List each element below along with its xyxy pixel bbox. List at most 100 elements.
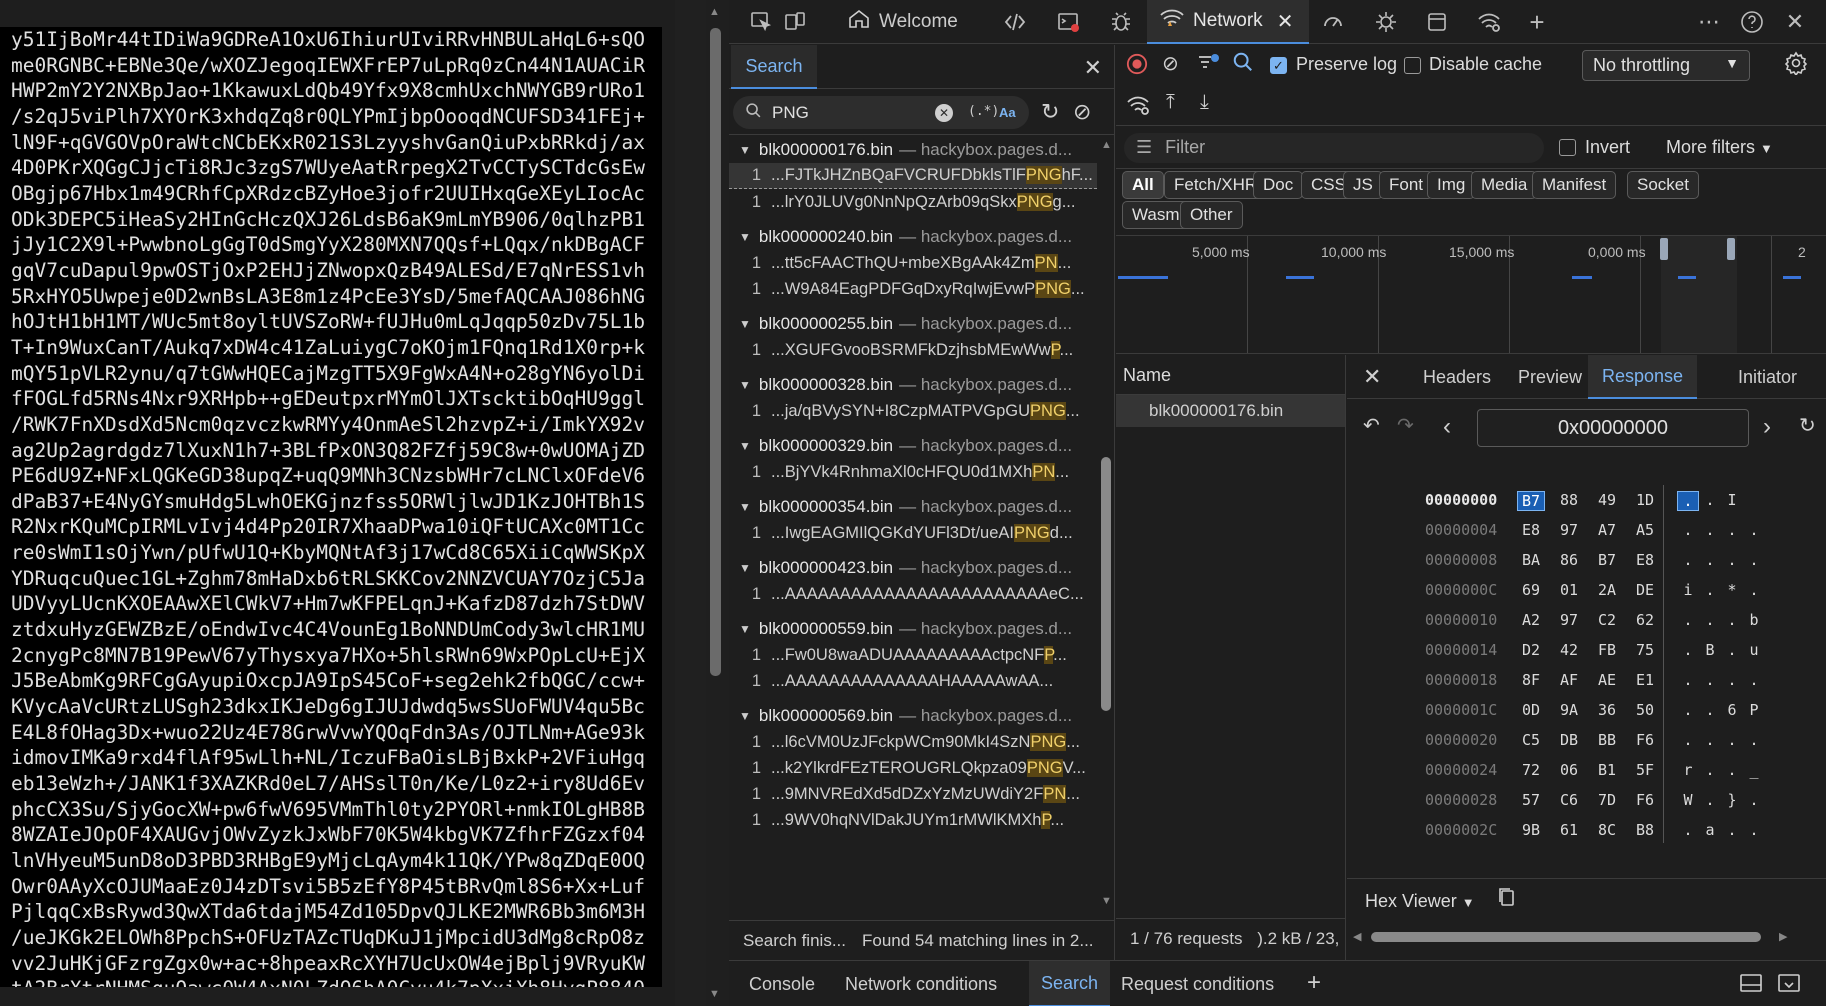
copy-icon[interactable] [1498, 888, 1516, 911]
filter-chip-media[interactable]: Media [1471, 171, 1538, 199]
hex-byte[interactable]: 8F [1517, 671, 1545, 689]
network-conditions-icon[interactable] [1475, 9, 1503, 35]
hex-char[interactable]: i [1677, 581, 1699, 599]
hex-char[interactable]: . [1721, 821, 1743, 839]
clear-results-icon[interactable]: ⊘ [1073, 99, 1091, 125]
result-line[interactable]: 1 ...tt5cFAACThQU+mbeXBgAAk4ZmPN... [729, 250, 1097, 276]
hex-byte[interactable]: 5F [1631, 761, 1659, 779]
hex-char[interactable]: . [1699, 731, 1721, 749]
hex-byte[interactable]: F6 [1631, 791, 1659, 809]
expand-triangle-icon[interactable]: ▼ [739, 143, 751, 157]
add-drawer-tab-icon[interactable]: + [1307, 969, 1321, 997]
expand-triangle-icon[interactable]: ▼ [739, 561, 751, 575]
match-case-toggle[interactable]: Aa [999, 105, 1016, 120]
result-file-group[interactable]: ▼ blk000000176.bin — hackybox.pages.d... [729, 137, 1097, 163]
scroll-up-icon[interactable]: ▲ [709, 6, 720, 18]
hex-byte[interactable]: D2 [1517, 641, 1545, 659]
hex-char[interactable]: . [1677, 551, 1699, 569]
hex-byte[interactable]: 62 [1631, 611, 1659, 629]
result-line[interactable]: 1 ...k2YlkrdFEzTEROUGRLQkpza09PNGV... [729, 755, 1097, 781]
hex-byte[interactable]: AF [1555, 671, 1583, 689]
filter-chip-socket[interactable]: Socket [1627, 171, 1699, 199]
result-file-group[interactable]: ▼ blk000000240.bin — hackybox.pages.d... [729, 224, 1097, 250]
hex-char[interactable]: . [1721, 551, 1743, 569]
result-file-group[interactable]: ▼ blk000000354.bin — hackybox.pages.d... [729, 494, 1097, 520]
result-file-group[interactable]: ▼ blk000000569.bin — hackybox.pages.d... [729, 703, 1097, 729]
network-overview-timeline[interactable]: 5,000 ms 10,000 ms 15,000 ms 0,000 ms 2 [1116, 235, 1826, 354]
result-file-group[interactable]: ▼ blk000000328.bin — hackybox.pages.d... [729, 372, 1097, 398]
hex-char[interactable]: . [1677, 821, 1699, 839]
timeline-selection-handle[interactable] [1727, 238, 1735, 260]
drawer-tab-request-conditions[interactable]: Request conditions [1121, 961, 1274, 1006]
detail-tab-preview[interactable]: Preview [1518, 355, 1582, 399]
drawer-tab-console[interactable]: Console [749, 961, 815, 1006]
previous-icon[interactable]: ‹ [1443, 413, 1451, 441]
hex-byte[interactable]: 49 [1593, 491, 1621, 509]
hex-char[interactable]: . [1677, 641, 1699, 659]
console-icon[interactable] [1054, 9, 1082, 35]
expand-triangle-icon[interactable]: ▼ [739, 709, 751, 723]
detail-tab-response[interactable]: Response [1588, 355, 1698, 399]
hex-byte[interactable]: C6 [1555, 791, 1583, 809]
clear-log-icon[interactable]: ⊘ [1162, 51, 1179, 76]
hex-char[interactable]: b [1743, 611, 1765, 629]
dock-icon[interactable] [1739, 973, 1763, 998]
expand-triangle-icon[interactable]: ▼ [739, 500, 751, 514]
hex-char[interactable]: . [1743, 551, 1765, 569]
expand-triangle-icon[interactable]: ▼ [739, 378, 751, 392]
hex-char[interactable]: 6 [1721, 701, 1743, 719]
hex-char[interactable]: . [1699, 611, 1721, 629]
undo-icon[interactable]: ↶ [1363, 413, 1380, 438]
hex-char[interactable]: . [1721, 671, 1743, 689]
search-network-icon[interactable] [1232, 51, 1254, 79]
drawer-tab-search[interactable]: Search [1029, 961, 1111, 1006]
regex-toggle[interactable]: (.*) [968, 104, 999, 119]
result-line[interactable]: 1 ...9WV0hqNVlDakJUYm1rMWlKMXhP... [729, 807, 1097, 833]
hex-byte[interactable]: 69 [1517, 581, 1545, 599]
hex-char[interactable]: . [1721, 641, 1743, 659]
hex-byte[interactable]: 72 [1517, 761, 1545, 779]
hex-byte[interactable]: DB [1555, 731, 1583, 749]
hex-char[interactable]: . [1677, 701, 1699, 719]
hex-char[interactable]: . [1743, 671, 1765, 689]
hex-byte[interactable]: B7 [1593, 551, 1621, 569]
hex-char[interactable]: . [1677, 611, 1699, 629]
filter-toggle-icon[interactable] [1196, 51, 1220, 81]
hex-byte[interactable]: DE [1631, 581, 1659, 599]
hex-byte[interactable]: C2 [1593, 611, 1621, 629]
result-file-group[interactable]: ▼ blk000000255.bin — hackybox.pages.d... [729, 311, 1097, 337]
hex-byte[interactable]: BA [1517, 551, 1545, 569]
network-settings-gear-icon[interactable] [1784, 51, 1808, 81]
hex-viewer[interactable]: 00000000 B7 88 49 1D.. I 00000004 E8 97 A7 A5.... 0… [1347, 485, 1826, 845]
hex-byte[interactable]: A2 [1517, 611, 1545, 629]
hex-byte[interactable]: BB [1593, 731, 1621, 749]
memory-icon[interactable] [1372, 9, 1400, 35]
hex-char[interactable]: . [1721, 611, 1743, 629]
terminal-output[interactable]: y51IjBoMr44tIDiWa9GDReA1OxU6IhiurUIviRRv… [0, 27, 662, 987]
help-icon[interactable] [1738, 9, 1766, 35]
hex-char[interactable]: } [1721, 791, 1743, 809]
invert-checkbox[interactable] [1559, 139, 1576, 156]
hex-byte[interactable]: 8C [1593, 821, 1621, 839]
more-filters-button[interactable]: More filters ▼ [1666, 137, 1773, 158]
application-icon[interactable] [1423, 9, 1451, 35]
hex-byte[interactable]: 2A [1593, 581, 1621, 599]
hex-byte[interactable]: 42 [1555, 641, 1583, 659]
record-icon[interactable] [1126, 53, 1148, 81]
close-search-panel-icon[interactable]: ✕ [1084, 55, 1102, 81]
results-scroll-up-icon[interactable]: ▲ [1101, 139, 1112, 151]
hex-byte[interactable]: AE [1593, 671, 1621, 689]
result-line[interactable]: 1 ...9MNVREdXd5dDZxYzMzUWdiY2FPN... [729, 781, 1097, 807]
expand-triangle-icon[interactable]: ▼ [739, 439, 751, 453]
hex-char[interactable]: * [1721, 581, 1743, 599]
timeline-selection-handle[interactable] [1660, 238, 1668, 260]
hex-char[interactable]: . [1677, 491, 1699, 511]
hex-byte[interactable]: 9A [1555, 701, 1583, 719]
result-line[interactable]: 1 ...lrY0JLUVg0NnNpQzArb09qSkxPNGg... [729, 189, 1097, 215]
hex-char[interactable]: . [1743, 821, 1765, 839]
filter-chip-manifest[interactable]: Manifest [1532, 171, 1617, 199]
scroll-right-icon[interactable]: ▶ [1779, 930, 1787, 943]
result-line[interactable]: 1 ...IwgEAGMIlQGKdYUFl3Dt/ueAIPNGd... [729, 520, 1097, 546]
search-input[interactable] [772, 102, 922, 123]
scroll-down-icon[interactable]: ▼ [709, 988, 720, 1000]
